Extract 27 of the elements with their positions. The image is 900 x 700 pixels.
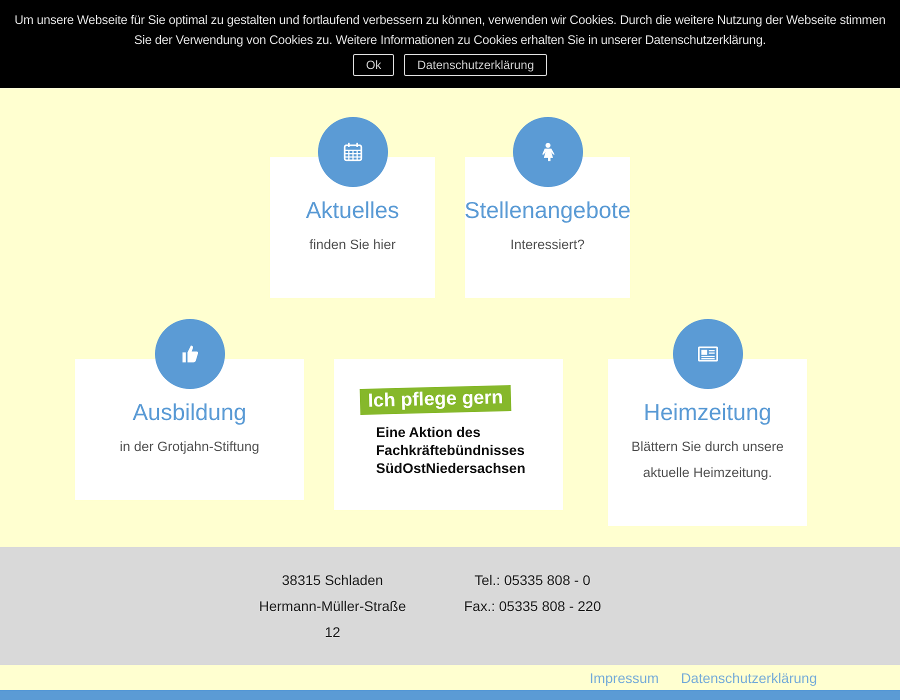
feature-card[interactable]: Aktuelles finden Sie hier <box>270 157 435 298</box>
card-text: Interessiert? <box>509 236 586 254</box>
logo-headline: Ich pflege gern <box>360 385 512 415</box>
feature-card[interactable]: Ausbildung in der Grotjahn-Stiftung <box>75 359 304 500</box>
contact-line: Fax.: 05335 808 - 220 <box>463 597 602 616</box>
banner-button[interactable]: Ok <box>352 54 394 76</box>
banner-button[interactable]: Datenschutzerklärung <box>404 54 548 76</box>
card-text: in der Grotjahn-Stiftung <box>118 438 260 456</box>
cookie-text: Um unsere Webseite für Sie optimal zu gestalten und fortlaufend verbessern zu können, verwenden wir Cookies. Durch die weitere Nutzung der Webseite stimmen Sie der Verwendung von Cookies zu. Weitere Informationen zu Cookies erhalten Sie in unserer Datenschutzerklärung. <box>13 12 887 49</box>
logo-text: Fachkräftebündnisses <box>376 441 526 459</box>
newspaper-icon <box>698 344 718 364</box>
logo-text: SüdOstNiedersachsen <box>376 459 526 477</box>
logo-card[interactable]: Ich pflege gern Eine Aktion des Fachkräftebündnisses SüdOstNiedersachsen <box>334 359 563 510</box>
logo-text: Eine Aktion des <box>376 423 482 441</box>
address-line: Hermann-Müller-Straße 12 <box>258 597 408 642</box>
contact-line: Tel.: 05335 808 - 0 <box>474 571 592 590</box>
calendar-icon <box>342 142 362 162</box>
card-title: Stellenangebote <box>464 197 631 224</box>
feature-card[interactable]: Heimzeitung Blättern Sie durch unsere aktuelle Heimzeitung. <box>608 359 807 526</box>
card-text: Blättern Sie durch unsere aktuelle Heimzeitung. <box>630 438 785 482</box>
card-text: finden Sie hier <box>308 236 397 254</box>
thumbs-up-icon <box>180 344 200 364</box>
card-title: Aktuelles <box>306 197 400 224</box>
feature-card[interactable]: Stellenangebote Interessiert? <box>465 157 630 298</box>
card-title: Ausbildung <box>132 399 246 426</box>
address-line: 38315 Schladen <box>280 571 384 590</box>
card-title: Heimzeitung <box>644 399 772 426</box>
